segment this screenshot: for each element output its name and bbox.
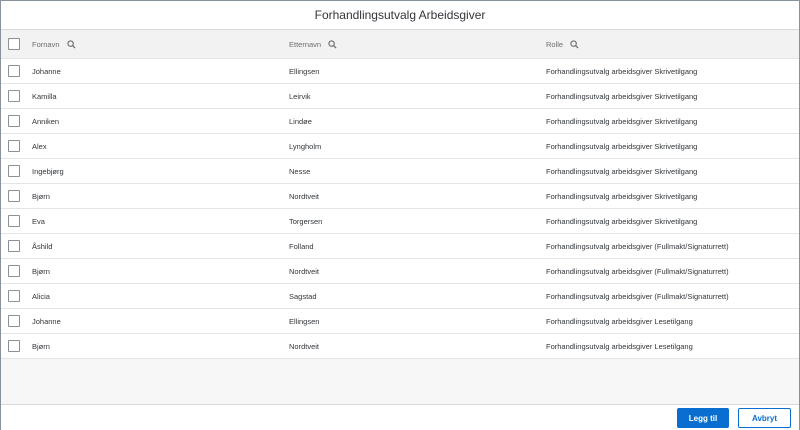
last-name-cell: Nordtveit: [289, 192, 320, 201]
column-header-fornavn[interactable]: Fornavn: [32, 40, 76, 49]
table-row[interactable]: Johanne Ellingsen Forhandlingsutvalg arbei…: [1, 309, 799, 334]
select-all-checkbox[interactable]: [8, 38, 20, 50]
role-cell: Forhandlingsutvalg arbeidsgiver Lesetilg…: [546, 342, 693, 351]
row-checkbox[interactable]: [8, 115, 20, 127]
first-name-cell: Anniken: [32, 117, 60, 126]
role-cell: Forhandlingsutvalg arbeidsgiver Lesetilg…: [546, 317, 693, 326]
first-name-cell: Kamilla: [32, 92, 57, 101]
column-header-label: Fornavn: [32, 40, 60, 49]
row-checkbox[interactable]: [8, 240, 20, 252]
first-name-cell: Bjørn: [32, 192, 50, 201]
first-name-cell: Åshild: [32, 242, 53, 251]
table-row[interactable]: Bjørn Nordtveit Forhandlingsutvalg arbeids…: [1, 334, 799, 359]
first-name-cell: Ingebjørg: [32, 167, 64, 176]
last-name-cell: Nordtveit: [289, 342, 320, 351]
table-row[interactable]: Bjørn Nordtveit Forhandlingsutvalg arbeids…: [1, 259, 799, 284]
last-name-cell: Nesse: [289, 167, 311, 176]
table-body: Johanne Ellingsen Forhandlingsutvalg arbei…: [1, 59, 799, 359]
dialog-footer: Legg til Avbryt: [1, 404, 799, 430]
table-row[interactable]: Bjørn Nordtveit Forhandlingsutvalg arbeids…: [1, 184, 799, 209]
role-cell: Forhandlingsutvalg arbeidsgiver (Fullmak…: [546, 292, 729, 301]
add-button[interactable]: Legg til: [677, 408, 729, 428]
last-name-cell: Leirvik: [289, 92, 311, 101]
last-name-cell: Folland: [289, 242, 314, 251]
row-checkbox[interactable]: [8, 65, 20, 77]
table-row[interactable]: Kamilla Leirvik Forhandlingsutvalg arbeids…: [1, 84, 799, 109]
last-name-cell: Nordtveit: [289, 267, 320, 276]
first-name-cell: Alex: [32, 142, 47, 151]
role-cell: Forhandlingsutvalg arbeidsgiver Skriveti…: [546, 67, 698, 76]
dialog-title: Forhandlingsutvalg Arbeidsgiver: [314, 8, 486, 22]
table-row[interactable]: Åshild Folland Forhandlingsutvalg arbeidsg…: [1, 234, 799, 259]
row-checkbox[interactable]: [8, 215, 20, 227]
table-row[interactable]: Ingebjørg Nesse Forhandlingsutvalg arbeids…: [1, 159, 799, 184]
row-checkbox[interactable]: [8, 315, 20, 327]
role-cell: Forhandlingsutvalg arbeidsgiver Skriveti…: [546, 167, 698, 176]
role-cell: Forhandlingsutvalg arbeidsgiver Skriveti…: [546, 217, 698, 226]
last-name-cell: Lyngholm: [289, 142, 322, 151]
role-cell: Forhandlingsutvalg arbeidsgiver Skriveti…: [546, 142, 698, 151]
row-checkbox[interactable]: [8, 90, 20, 102]
table-row[interactable]: Anniken Lindøe Forhandlingsutvalg arbeidsg…: [1, 109, 799, 134]
role-cell: Forhandlingsutvalg arbeidsgiver Skriveti…: [546, 92, 698, 101]
table-header: Fornavn Etternavn Rolle: [1, 30, 799, 59]
role-cell: Forhandlingsutvalg arbeidsgiver Skriveti…: [546, 117, 698, 126]
last-name-cell: Ellingsen: [289, 67, 320, 76]
table-row[interactable]: Eva Torgersen Forhandlingsutvalg arbeidsgi…: [1, 209, 799, 234]
last-name-cell: Ellingsen: [289, 317, 320, 326]
table-row[interactable]: Alicia Sagstad Forhandlingsutvalg arbeidsg…: [1, 284, 799, 309]
table-row[interactable]: Johanne Ellingsen Forhandlingsutvalg arbei…: [1, 59, 799, 84]
first-name-cell: Bjørn: [32, 342, 50, 351]
row-checkbox[interactable]: [8, 140, 20, 152]
dialog-header: Forhandlingsutvalg Arbeidsgiver: [1, 1, 799, 30]
last-name-cell: Torgersen: [289, 217, 323, 226]
column-header-rolle[interactable]: Rolle: [546, 40, 579, 49]
first-name-cell: Johanne: [32, 317, 61, 326]
cancel-button[interactable]: Avbryt: [738, 408, 791, 428]
first-name-cell: Johanne: [32, 67, 61, 76]
row-checkbox[interactable]: [8, 190, 20, 202]
search-icon[interactable]: [66, 40, 76, 49]
role-cell: Forhandlingsutvalg arbeidsgiver (Fullmak…: [546, 267, 729, 276]
row-checkbox[interactable]: [8, 165, 20, 177]
row-checkbox[interactable]: [8, 290, 20, 302]
dialog: Forhandlingsutvalg Arbeidsgiver Fornavn …: [0, 0, 800, 430]
role-cell: Forhandlingsutvalg arbeidsgiver (Fullmak…: [546, 242, 729, 251]
last-name-cell: Lindøe: [289, 117, 312, 126]
column-header-etternavn[interactable]: Etternavn: [289, 40, 337, 49]
role-cell: Forhandlingsutvalg arbeidsgiver Skriveti…: [546, 192, 698, 201]
row-checkbox[interactable]: [8, 265, 20, 277]
column-header-label: Etternavn: [289, 40, 322, 49]
search-icon[interactable]: [328, 40, 337, 49]
first-name-cell: Bjørn: [32, 267, 50, 276]
column-header-label: Rolle: [546, 40, 564, 49]
row-checkbox[interactable]: [8, 340, 20, 352]
table-row[interactable]: Alex Lyngholm Forhandlingsutvalg arbeidsgi…: [1, 134, 799, 159]
search-icon[interactable]: [570, 40, 579, 49]
first-name-cell: Eva: [32, 217, 45, 226]
last-name-cell: Sagstad: [289, 292, 317, 301]
members-table: Fornavn Etternavn Rolle Johanne Ellingse…: [1, 30, 799, 359]
first-name-cell: Alicia: [32, 292, 50, 301]
